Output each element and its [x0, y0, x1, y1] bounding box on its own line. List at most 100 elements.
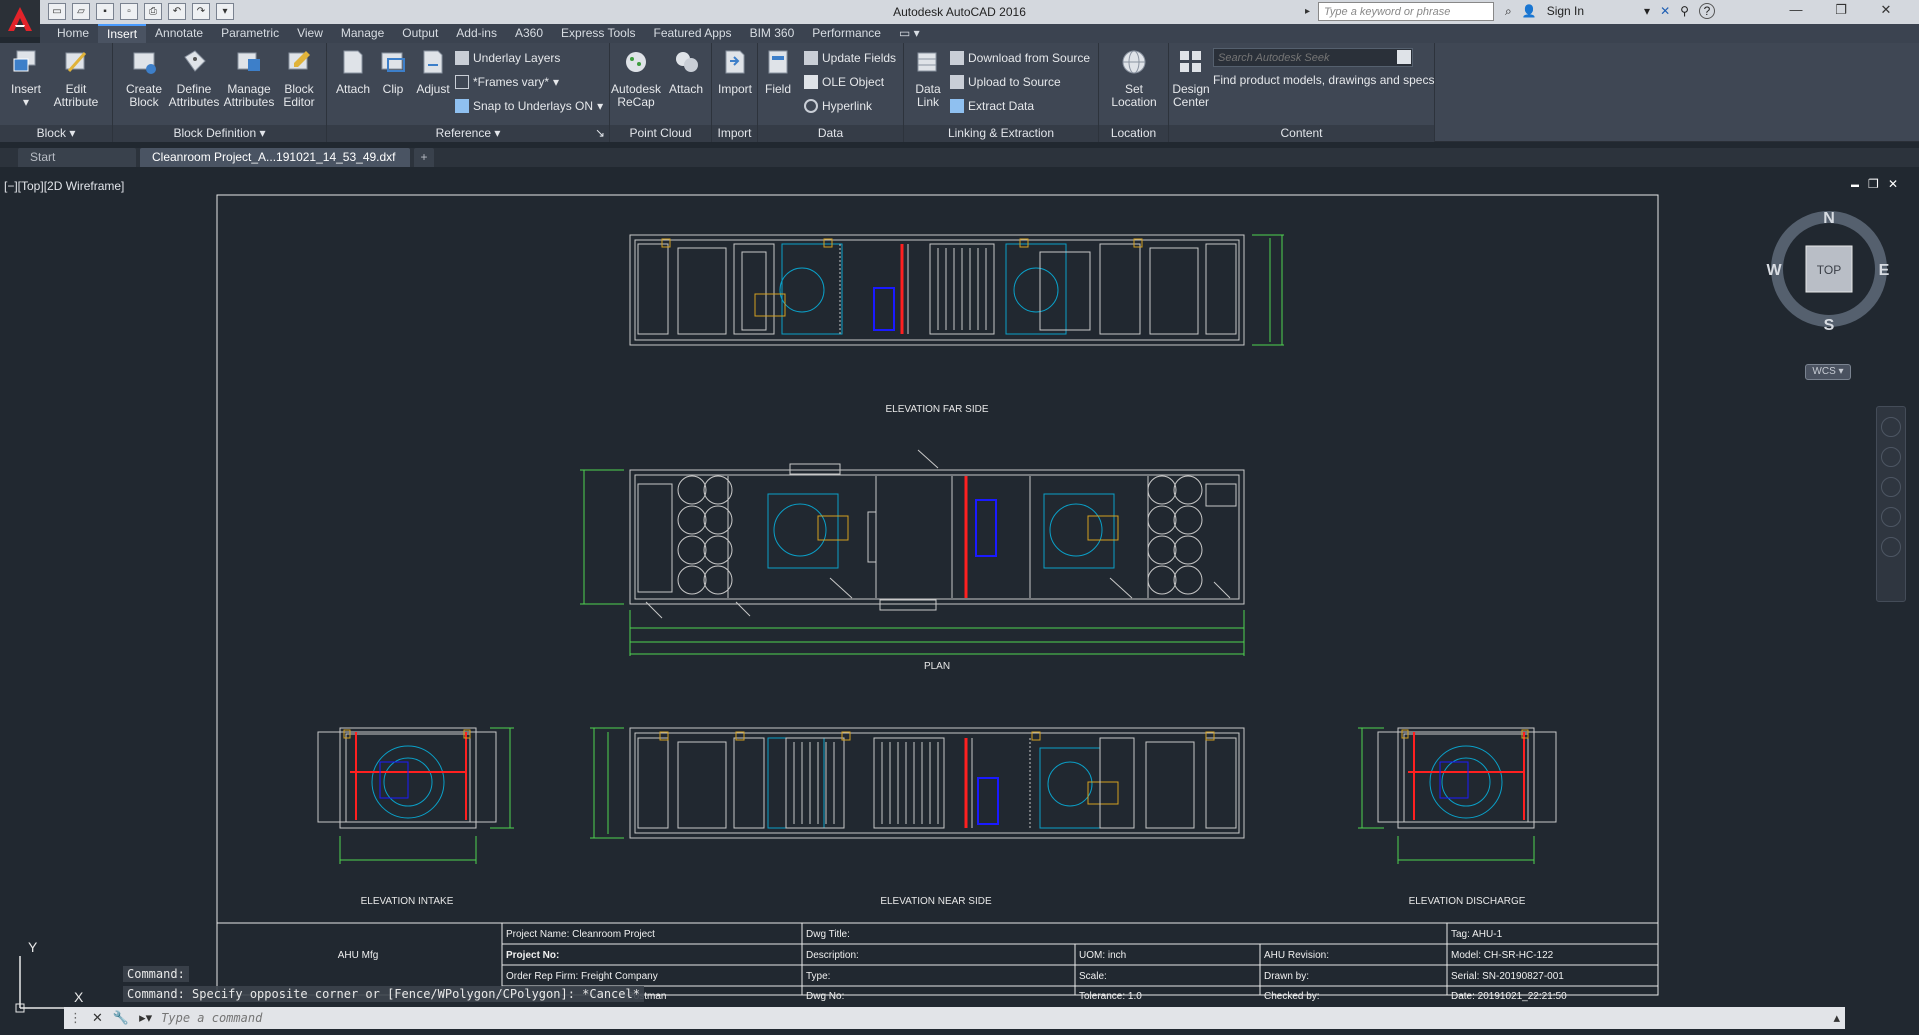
command-input[interactable] — [157, 1008, 1829, 1028]
ribbon-options-icon[interactable]: ▭ ▾ — [890, 24, 929, 43]
tab-home[interactable]: Home — [48, 24, 98, 43]
panel-block-title[interactable]: Block ▾ — [0, 125, 112, 142]
download-from-source-button[interactable]: Download from Source — [950, 47, 1090, 69]
define-attributes-button[interactable]: Define Attributes — [168, 47, 220, 109]
tab-parametric[interactable]: Parametric — [212, 24, 288, 43]
recent-commands-icon[interactable]: ▸▾ — [134, 1010, 157, 1026]
search-arrow-icon[interactable]: ▸ — [1305, 6, 1310, 17]
tab-bim-360[interactable]: BIM 360 — [741, 24, 804, 43]
command-history-line-2: Command: Specify opposite corner or [Fen… — [123, 986, 644, 1002]
a360-icon[interactable]: ⚲ — [1680, 4, 1689, 18]
drawing-viewport[interactable]: ELEVATION FAR SIDE PLAN ELEVATION INTAKE… — [0, 172, 1919, 1007]
tab-a360[interactable]: A360 — [506, 24, 552, 43]
save-icon[interactable]: ▪ — [96, 3, 114, 20]
cad-drawing[interactable]: ELEVATION FAR SIDE PLAN ELEVATION INTAKE… — [0, 172, 1919, 1007]
tab-annotate[interactable]: Annotate — [146, 24, 212, 43]
open-file-icon[interactable]: ▱ — [72, 3, 90, 20]
viewcube[interactable]: TOP N S E W — [1766, 206, 1892, 332]
snap-to-underlays-dropdown[interactable]: Snap to Underlays ON ▾ — [455, 95, 603, 117]
orbit-icon[interactable] — [1881, 507, 1901, 527]
insert-block-button[interactable]: Insert ▾ — [0, 47, 52, 109]
command-line-grip-icon[interactable]: ⋮ — [64, 1010, 87, 1026]
file-tab-cleanroom[interactable]: Cleanroom Project_A...191021_14_53_49.dx… — [140, 148, 410, 167]
ole-object-button[interactable]: OLE Object — [804, 71, 884, 93]
attach-point-cloud-button[interactable]: Attach — [660, 47, 712, 96]
title-uom: UOM: inch — [1079, 950, 1126, 961]
help-icon[interactable]: ? — [1698, 3, 1715, 19]
panel-reference-title[interactable]: Reference ▾ ↘ — [327, 125, 609, 142]
zoom-extents-icon[interactable] — [1881, 477, 1901, 497]
qat-dropdown-icon[interactable]: ▾ — [216, 3, 234, 20]
adjust-button[interactable]: Adjust — [407, 47, 459, 96]
tab-manage[interactable]: Manage — [332, 24, 393, 43]
viewport-close-button[interactable]: ✕ — [1888, 177, 1898, 191]
viewport-controls-label[interactable]: [−][Top][2D Wireframe] — [4, 179, 124, 193]
pan-icon[interactable] — [1881, 447, 1901, 467]
underlay-layers-button[interactable]: Underlay Layers — [455, 47, 560, 69]
wcs-menu-button[interactable]: WCS ▾ — [1805, 364, 1851, 380]
frames-vary-dropdown[interactable]: *Frames vary* ▾ — [455, 71, 559, 93]
save-as-icon[interactable]: ▫ — [120, 3, 138, 20]
tab-performance[interactable]: Performance — [803, 24, 890, 43]
panel-block-definition-title[interactable]: Block Definition ▾ — [113, 125, 326, 142]
ucs-x-label: X — [74, 989, 84, 1005]
redo-icon[interactable]: ↷ — [192, 3, 210, 20]
compass-n[interactable]: N — [1823, 210, 1835, 227]
design-center-button[interactable]: Design Center — [1165, 47, 1217, 109]
block-editor-icon — [288, 51, 310, 70]
undo-icon[interactable]: ↶ — [168, 3, 186, 20]
application-menu-button[interactable] — [0, 0, 40, 37]
snap-icon — [455, 99, 469, 113]
field-button[interactable]: Field — [752, 47, 804, 96]
close-button[interactable]: ✕ — [1868, 2, 1904, 21]
create-block-button[interactable]: Create Block — [118, 47, 170, 109]
tab-add-ins[interactable]: Add-ins — [447, 24, 506, 43]
viewport-minimize-button[interactable]: ▬ — [1851, 180, 1859, 189]
tab-insert[interactable]: Insert — [98, 24, 147, 43]
restore-button[interactable]: ❐ — [1823, 2, 1859, 21]
sign-in-link[interactable]: Sign In — [1547, 4, 1584, 18]
update-fields-button[interactable]: Update Fields — [804, 47, 896, 69]
tab-output[interactable]: Output — [393, 24, 447, 43]
autodesk-seek-search-input[interactable] — [1213, 48, 1413, 67]
extract-data-icon — [950, 99, 964, 113]
help-search-input[interactable] — [1318, 2, 1494, 21]
sign-in-dropdown-icon[interactable]: ▾ — [1644, 4, 1650, 18]
tab-express-tools[interactable]: Express Tools — [552, 24, 644, 43]
tab-featured-apps[interactable]: Featured Apps — [645, 24, 741, 43]
hyperlink-button[interactable]: Hyperlink — [804, 95, 872, 117]
seek-search-icon[interactable] — [1397, 50, 1411, 64]
compass-e[interactable]: E — [1879, 262, 1890, 279]
exchange-icon[interactable]: ✕ — [1660, 4, 1670, 18]
elevation-discharge — [1358, 727, 1557, 864]
manage-attributes-button[interactable]: Manage Attributes — [223, 47, 275, 109]
print-icon[interactable]: ⎙ — [144, 3, 162, 20]
compass-s[interactable]: S — [1824, 317, 1835, 332]
recap-button[interactable]: Autodesk ReCap — [610, 47, 662, 109]
compass-w[interactable]: W — [1766, 262, 1782, 279]
command-history-expand-icon[interactable]: ▴ — [1828, 1010, 1845, 1026]
file-tab-start[interactable]: Start — [18, 148, 136, 167]
new-tab-button[interactable]: + — [414, 148, 434, 167]
extract-data-button[interactable]: Extract Data — [950, 95, 1034, 117]
clip-icon — [381, 52, 405, 72]
ucs-y-label: Y — [28, 940, 38, 955]
command-line-close-icon[interactable]: ✕ — [87, 1010, 108, 1026]
showmotion-icon[interactable] — [1881, 537, 1901, 557]
steering-wheel-icon[interactable] — [1881, 417, 1901, 437]
upload-to-source-button[interactable]: Upload to Source — [950, 71, 1061, 93]
set-location-button[interactable]: Set Location — [1108, 47, 1160, 109]
minimize-button[interactable]: — — [1778, 2, 1814, 21]
command-line: ⋮ ✕ 🔧 ▸▾ ▴ — [64, 1007, 1845, 1029]
customize-icon[interactable]: 🔧 — [108, 1010, 134, 1026]
reference-dialog-launcher-icon[interactable]: ↘ — [595, 125, 605, 142]
viewport-restore-button[interactable]: ❐ — [1868, 177, 1879, 191]
binoculars-icon[interactable]: ⌕ — [1505, 4, 1512, 19]
elevation-near-side — [590, 727, 1245, 839]
file-tabs: Start Cleanroom Project_A...191021_14_53… — [0, 148, 1919, 167]
block-editor-button[interactable]: Block Editor — [273, 47, 325, 109]
data-link-button[interactable]: Data Link — [902, 47, 954, 109]
new-file-icon[interactable]: ▭ — [48, 3, 66, 20]
tab-view[interactable]: View — [288, 24, 332, 43]
edit-attribute-button[interactable]: Edit Attribute — [50, 47, 102, 109]
